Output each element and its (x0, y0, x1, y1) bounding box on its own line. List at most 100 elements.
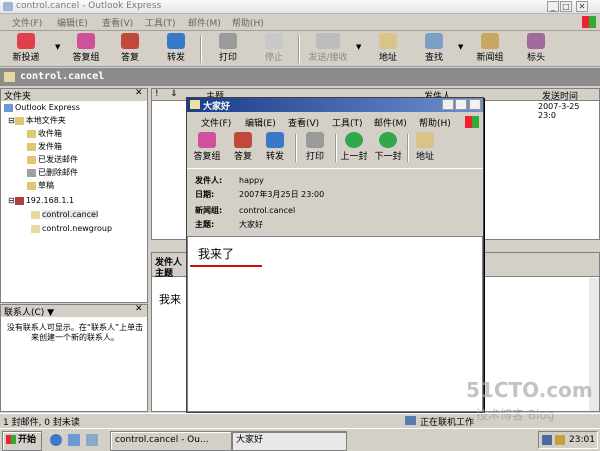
menu-mail[interactable]: 邮件(M) (188, 16, 221, 29)
print-button[interactable]: 打印 (208, 33, 248, 65)
tree-item-local-folders[interactable]: ⊟ 本地文件夹 (8, 115, 66, 126)
msg-menu-mail[interactable]: 邮件(M) (374, 116, 407, 129)
maximize-button[interactable]: □ (560, 1, 572, 12)
toolbar-separator (200, 35, 202, 63)
headers-label: 标头 (526, 53, 545, 63)
find-button[interactable]: 查找 (414, 33, 454, 65)
newsgroups-button[interactable]: 新闻组 (470, 33, 510, 65)
tree-item-outbox[interactable]: 发件箱 (27, 141, 62, 152)
reply-group-button[interactable]: 答复组 (66, 33, 106, 65)
desktop-quicklaunch-icon[interactable] (86, 434, 98, 446)
collapse-icon[interactable]: ⊟ (8, 196, 15, 205)
msg-reply-group-button[interactable]: 答复组 (191, 132, 223, 164)
msg-addresses-button[interactable]: 地址 (409, 132, 441, 164)
tree-item-inbox[interactable]: 收件箱 (27, 128, 62, 139)
stop-label: 停止 (264, 53, 283, 63)
outlook-quicklaunch-icon[interactable] (68, 434, 80, 446)
status-message-count: 1 封邮件, 0 封未读 (3, 418, 80, 428)
menu-view[interactable]: 查看(V) (102, 16, 133, 29)
headers-button[interactable]: 标头 (516, 33, 556, 65)
preview-body: 我来 (159, 293, 181, 306)
attachment-column-icon[interactable]: ⇓ (170, 89, 178, 99)
msg-print-button[interactable]: 打印 (299, 132, 331, 164)
newsgroup-icon (31, 210, 40, 219)
date-value: 2007年3月25日 23:00 (239, 190, 325, 199)
priority-column-icon[interactable]: ! (155, 89, 159, 99)
forward-button[interactable]: 转发 (156, 33, 196, 65)
preview-subject-label: 主题 (155, 269, 174, 279)
menu-tools[interactable]: 工具(T) (145, 16, 176, 29)
send-receive-dropdown-icon[interactable]: ▼ (356, 43, 361, 51)
collapse-icon[interactable]: ⊟ (8, 116, 15, 125)
menu-edit[interactable]: 编辑(E) (57, 16, 88, 29)
message-window-title: 大家好 (203, 102, 231, 112)
windows-logo-icon (582, 16, 596, 28)
tray-volume-icon[interactable] (555, 435, 565, 445)
headers-icon (527, 33, 545, 49)
minimize-button[interactable]: _ (547, 1, 559, 12)
new-post-dropdown-icon[interactable]: ▼ (55, 43, 60, 51)
tree-item-control-cancel[interactable]: control.cancel (31, 210, 99, 219)
ie-quicklaunch-icon[interactable] (50, 434, 62, 446)
status-online: 正在联机工作 (420, 418, 475, 428)
menu-help[interactable]: 帮助(H) (232, 16, 264, 29)
toolbar-separator (295, 134, 297, 162)
tree-item-label: 草稿 (38, 181, 54, 190)
tree-item-drafts[interactable]: 草稿 (27, 180, 54, 191)
tree-item-label: control.newgroup (42, 224, 113, 233)
addresses-button[interactable]: 地址 (368, 33, 408, 65)
msg-maximize-button[interactable]: □ (455, 99, 467, 110)
news-server-icon (14, 196, 24, 205)
tree-item-label: control.cancel (42, 210, 99, 219)
msg-menu-file[interactable]: 文件(F) (201, 116, 231, 129)
contacts-header[interactable]: 联系人(C) ▼ ✕ (1, 304, 147, 318)
tree-item-outlook-express[interactable]: Outlook Express (4, 103, 80, 112)
folders-header: 文件夹 ✕ (1, 88, 147, 102)
tray-clock[interactable]: 23:01 (569, 435, 595, 445)
tree-item-sent-items[interactable]: 已发送邮件 (27, 154, 78, 165)
menu-file[interactable]: 文件(F) (12, 16, 42, 29)
windows-flag-icon (6, 435, 16, 444)
reply-button[interactable]: 答复 (110, 33, 150, 65)
msg-reply-button[interactable]: 答复 (227, 132, 259, 164)
msg-forward-button[interactable]: 转发 (259, 132, 291, 164)
tree-item-control-newgroup[interactable]: control.newgroup (31, 224, 112, 233)
contacts-header-label[interactable]: 联系人(C) ▼ (4, 305, 54, 318)
close-button[interactable]: ✕ (576, 1, 588, 12)
msg-menu-edit[interactable]: 编辑(E) (245, 116, 276, 129)
tray-network-icon[interactable] (542, 435, 552, 445)
msg-menu-help[interactable]: 帮助(H) (419, 116, 451, 129)
msg-minimize-button[interactable]: _ (442, 99, 454, 110)
folder-icon (14, 116, 24, 125)
new-post-button[interactable]: 新投递 (6, 33, 46, 65)
find-dropdown-icon[interactable]: ▼ (458, 43, 463, 51)
msg-previous-button[interactable]: 上一封 (337, 132, 371, 164)
tree-item-news-server[interactable]: ⊟ 192.168.1.1 (8, 196, 74, 205)
msg-forward-label: 转发 (265, 152, 284, 162)
close-pane-icon[interactable]: ✕ (135, 88, 143, 98)
stop-button[interactable]: 停止 (254, 33, 294, 65)
column-sent[interactable]: 发送时间 (542, 89, 578, 102)
msg-menu-view[interactable]: 查看(V) (288, 116, 319, 129)
msg-next-button[interactable]: 下一封 (371, 132, 405, 164)
tree-item-deleted-items[interactable]: 已删除邮件 (27, 167, 78, 178)
msg-menu-tools[interactable]: 工具(T) (332, 116, 363, 129)
msg-reply-label: 答复 (233, 152, 252, 162)
start-button[interactable]: 开始 (2, 431, 42, 451)
subject-label: 主题: (195, 220, 215, 229)
folder-title-bar: control.cancel (0, 68, 600, 86)
newsgroup-value: control.cancel (239, 206, 296, 215)
task-message-button[interactable]: 大家好 (231, 431, 347, 451)
newsgroup-icon (31, 224, 40, 233)
newsgroup-label: 新闻组: (195, 206, 223, 215)
msg-close-button[interactable]: ✕ (469, 99, 481, 110)
task-outlook-button[interactable]: control.cancel - Ou... (110, 431, 234, 451)
watermark-line1: 51CTO.com (466, 378, 593, 402)
folder-title: control.cancel (20, 71, 105, 82)
close-pane-icon[interactable]: ✕ (135, 304, 143, 314)
menu-bar: 文件(F) 编辑(E) 查看(V) 工具(T) 邮件(M) 帮助(H) (0, 14, 600, 31)
message-body[interactable]: 我来了 (187, 236, 483, 412)
send-receive-button[interactable]: 发送/接收 (304, 33, 352, 65)
forward-icon (167, 33, 185, 49)
toolbar-separator (298, 35, 300, 63)
